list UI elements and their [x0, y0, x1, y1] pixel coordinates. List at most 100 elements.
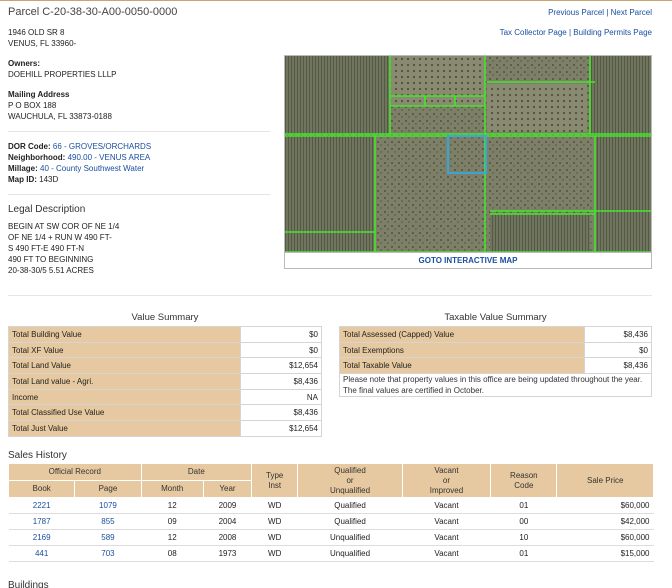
- row-label: Total Building Value: [8, 326, 241, 343]
- header-text: Qualified: [334, 465, 366, 475]
- book-link[interactable]: 441: [35, 549, 48, 558]
- reason-header: Reason Code: [490, 463, 558, 498]
- header-text: or: [346, 475, 354, 485]
- mailing-block: Mailing Address P O BOX 188 WAUCHULA, FL…: [8, 89, 270, 122]
- month-header: Month: [140, 480, 204, 498]
- book-header: Book: [7, 480, 76, 498]
- vacant-cell: Vacant: [402, 513, 491, 530]
- year-header: Year: [202, 480, 253, 498]
- table-row: 2221 1079 12 2009 WD Qualified Vacant 01…: [8, 497, 654, 514]
- row-label: Total Land Value: [8, 357, 241, 375]
- page-link[interactable]: 589: [101, 533, 114, 542]
- property-info: 1946 OLD SR 8 VENUS, FL 33960- Owners: D…: [8, 27, 270, 276]
- qualified-cell: Qualified: [297, 513, 403, 530]
- reason-cell: 00: [490, 513, 557, 530]
- price-cell: $42,000: [556, 513, 654, 530]
- row-value: $12,654: [240, 420, 322, 437]
- row-label: Total Taxable Value: [339, 357, 585, 375]
- row-value: $8,436: [584, 357, 652, 375]
- table-row: Total Building Value $0: [8, 326, 322, 343]
- aerial-map[interactable]: [284, 55, 652, 253]
- qualified-cell: Unqualified: [297, 545, 403, 562]
- divider: [8, 131, 270, 132]
- external-links: Tax Collector Page | Building Permits Pa…: [500, 28, 652, 37]
- header-text: Reason: [510, 470, 538, 480]
- header-text: Vacant: [434, 465, 459, 475]
- parcel-nav: Previous Parcel | Next Parcel: [548, 8, 652, 17]
- book-link[interactable]: 2221: [33, 501, 51, 510]
- table-row: Total Land value - Agri. $8,436: [8, 373, 322, 390]
- page-header: Page: [74, 480, 142, 498]
- mailing-line: WAUCHULA, FL 33873-0188: [8, 112, 112, 121]
- year-cell: 1973: [203, 545, 252, 562]
- taxable-summary-table: Total Assessed (Capped) Value $8,436 Tota…: [339, 326, 652, 398]
- table-row: Total Just Value $12,654: [8, 420, 322, 437]
- mapid-value: 143D: [39, 175, 59, 184]
- address-line: VENUS, FL 33960-: [8, 39, 77, 48]
- book-link[interactable]: 1787: [33, 517, 51, 526]
- note-line: The final values are certified in Octobe…: [343, 386, 484, 396]
- header-text: Code: [514, 480, 534, 490]
- row-label: Total XF Value: [8, 341, 241, 359]
- divider: [8, 194, 270, 195]
- year-cell: 2008: [203, 529, 252, 546]
- owner-name: DOEHILL PROPERTIES LLLP: [8, 70, 117, 79]
- table-row: Income NA: [8, 388, 322, 406]
- year-cell: 2004: [203, 513, 252, 530]
- goto-interactive-map-button[interactable]: GOTO INTERACTIVE MAP: [284, 253, 652, 269]
- vacant-cell: Vacant: [402, 529, 491, 546]
- next-parcel-link[interactable]: Next Parcel: [611, 8, 652, 17]
- row-label: Total Classified Use Value: [8, 404, 241, 422]
- vacant-cell: Vacant: [402, 545, 491, 562]
- qualified-header: Qualified or Unqualified: [297, 463, 403, 498]
- vacant-cell: Vacant: [402, 497, 491, 514]
- building-permits-link[interactable]: Building Permits Page: [573, 28, 652, 37]
- price-cell: $60,000: [556, 529, 654, 546]
- page-link[interactable]: 855: [101, 517, 114, 526]
- page-title: Parcel C-20-38-30-A00-0050-0000: [8, 6, 178, 18]
- type-cell: WD: [251, 513, 298, 530]
- month-cell: 12: [141, 529, 204, 546]
- codes-block: DOR Code: 66 - GROVES/ORCHARDS Neighborh…: [8, 141, 270, 185]
- table-row: Total Taxable Value $8,436: [339, 357, 652, 375]
- certification-note: Please note that property values in this…: [339, 373, 652, 398]
- aerial-map-image: [285, 56, 651, 252]
- row-label: Total Just Value: [8, 420, 241, 437]
- page-link[interactable]: 1079: [99, 501, 117, 510]
- value-summary-table: Total Building Value $0 Total XF Value $0 …: [8, 326, 322, 437]
- date-header: Date: [140, 463, 253, 481]
- type-cell: WD: [251, 497, 298, 514]
- month-cell: 08: [141, 545, 204, 562]
- row-value: NA: [240, 388, 322, 406]
- row-value: $8,436: [584, 326, 652, 343]
- sales-history-title: Sales History: [8, 450, 67, 461]
- year-cell: 2009: [203, 497, 252, 514]
- legal-description-title: Legal Description: [8, 204, 86, 215]
- tax-collector-link[interactable]: Tax Collector Page: [500, 28, 567, 37]
- book-link[interactable]: 2169: [33, 533, 51, 542]
- dor-label: DOR Code:: [8, 142, 51, 151]
- millage-link[interactable]: 40 - County Southwest Water: [40, 164, 144, 173]
- row-value: $12,654: [240, 357, 322, 375]
- reason-cell: 10: [490, 529, 557, 546]
- table-row: Total Land Value $12,654: [8, 357, 322, 375]
- neighborhood-label: Neighborhood:: [8, 153, 66, 162]
- previous-parcel-link[interactable]: Previous Parcel: [548, 8, 604, 17]
- table-row: Total Exemptions $0: [339, 341, 652, 359]
- neighborhood-link[interactable]: 490.00 - VENUS AREA: [68, 153, 151, 162]
- qualified-cell: Qualified: [297, 497, 403, 514]
- type-inst-header: Type Inst: [251, 463, 299, 498]
- table-row: Total Assessed (Capped) Value $8,436: [339, 326, 652, 343]
- sale-price-header: Sale Price: [556, 463, 654, 498]
- qualified-cell: Unqualified: [297, 529, 403, 546]
- row-value: $0: [240, 326, 322, 343]
- dor-code-link[interactable]: 66 - GROVES/ORCHARDS: [53, 142, 151, 151]
- table-row: 441 703 08 1973 WD Unqualified Vacant 01…: [8, 545, 654, 562]
- page-link[interactable]: 703: [101, 549, 114, 558]
- row-value: $0: [240, 341, 322, 359]
- table-row: Total XF Value $0: [8, 341, 322, 359]
- top-border: [0, 0, 672, 1]
- address-line: 1946 OLD SR 8: [8, 28, 65, 37]
- legal-line: BEGIN AT SW COR OF NE 1/4: [8, 222, 120, 231]
- price-cell: $60,000: [556, 497, 654, 514]
